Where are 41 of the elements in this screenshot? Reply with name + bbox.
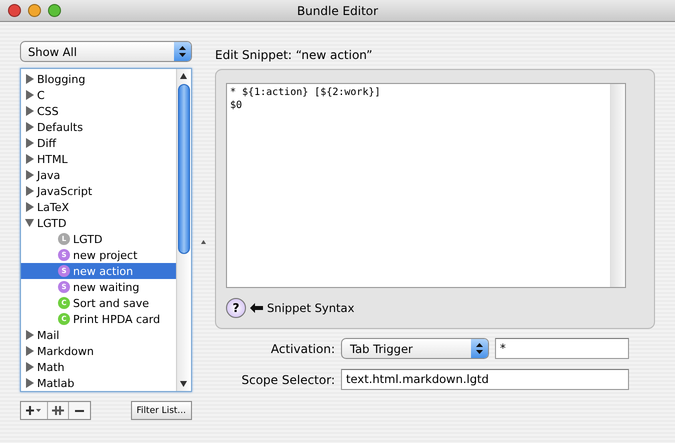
bundle-row[interactable]: Markdown bbox=[21, 343, 176, 359]
bundle-row[interactable]: LaTeX bbox=[21, 199, 176, 215]
editor-heading: Edit Snippet: “new action” bbox=[215, 48, 374, 62]
window-title: Bundle Editor bbox=[296, 4, 380, 18]
bundle-row[interactable]: LGTD bbox=[21, 215, 176, 231]
scrollbar[interactable] bbox=[176, 69, 191, 391]
bundle-row[interactable]: Defaults bbox=[21, 119, 176, 135]
left-arrow-icon bbox=[250, 303, 263, 313]
bundle-row[interactable]: Mail bbox=[21, 327, 176, 343]
code-line: $0 bbox=[230, 99, 244, 112]
double-plus-icon bbox=[52, 406, 64, 415]
minimize-icon[interactable] bbox=[28, 4, 41, 17]
scope-label: Scope Selector: bbox=[240, 372, 335, 386]
close-icon[interactable] bbox=[8, 4, 21, 17]
filter-list-button[interactable]: Filter List... bbox=[130, 401, 192, 420]
bundle-row[interactable]: JavaScript bbox=[21, 183, 176, 199]
bundle-row[interactable]: Java bbox=[21, 167, 176, 183]
activation-label: Activation: bbox=[270, 342, 335, 356]
minus-icon bbox=[75, 410, 84, 412]
bundle-row[interactable]: Matlab bbox=[21, 375, 176, 391]
splitter-icon[interactable] bbox=[201, 240, 206, 244]
help-label: Snippet Syntax bbox=[267, 301, 354, 315]
plus-caret-icon bbox=[26, 406, 42, 415]
help-button[interactable]: ? bbox=[226, 298, 246, 318]
zoom-icon[interactable] bbox=[48, 4, 61, 17]
bundle-row[interactable]: C bbox=[21, 87, 176, 103]
bundle-row[interactable]: Math bbox=[21, 359, 176, 375]
trigger-field[interactable]: * bbox=[495, 338, 629, 359]
scope-field[interactable]: text.html.markdown.lgtd bbox=[341, 369, 629, 390]
code-line: * ${1:action} [${2:work}] bbox=[230, 86, 382, 99]
scroll-thumb[interactable] bbox=[178, 84, 190, 254]
bundle-row[interactable]: Blogging bbox=[21, 71, 176, 87]
bundle-row[interactable]: CSS bbox=[21, 103, 176, 119]
snippet-editor[interactable]: * ${1:action} [${2:work}] $0 bbox=[226, 83, 626, 288]
expanded-triangle-icon[interactable] bbox=[25, 218, 34, 228]
stepper-icon bbox=[471, 339, 488, 358]
bundle-row[interactable]: HTML bbox=[21, 151, 176, 167]
activation-popup[interactable]: Tab Trigger bbox=[341, 338, 489, 359]
filter-popup[interactable]: Show All bbox=[20, 41, 192, 62]
stepper-icon bbox=[174, 42, 191, 61]
bundle-row[interactable]: Diff bbox=[21, 135, 176, 151]
